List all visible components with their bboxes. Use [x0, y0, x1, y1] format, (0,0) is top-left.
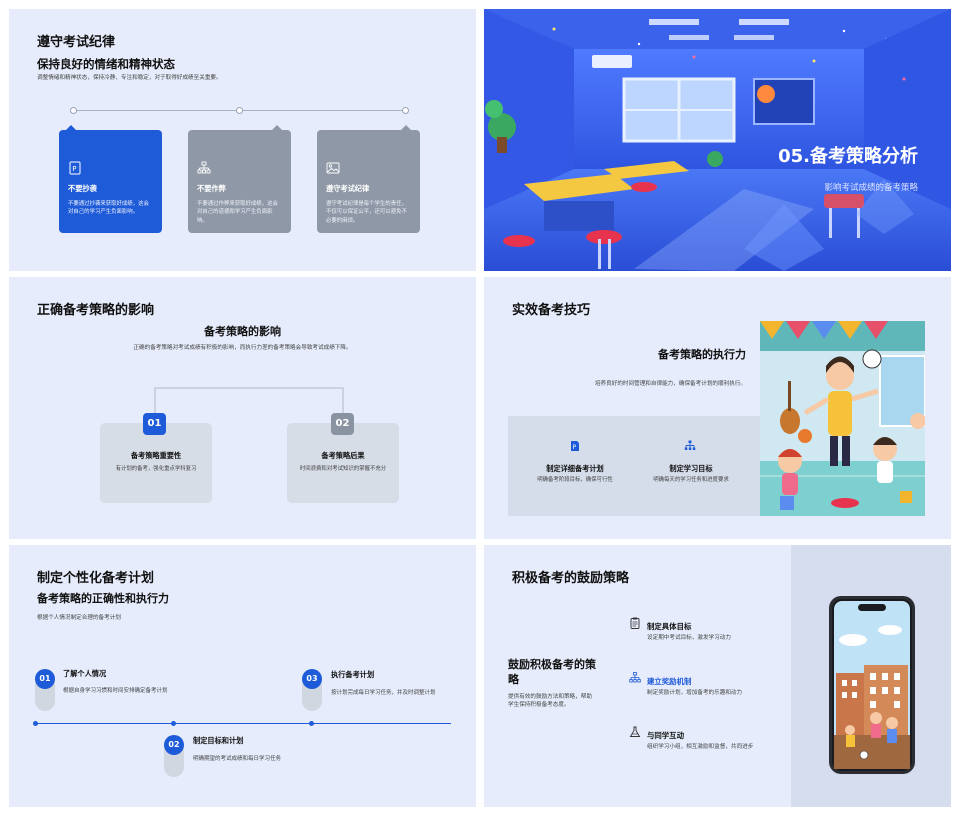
- slide-subtitle: 备考策略的正确性和执行力: [37, 592, 169, 605]
- step-number: 02: [164, 735, 184, 755]
- box-strategy-consequences[interactable]: 备考策略后果 时间浪费和对考试知识的掌握不充分: [287, 423, 399, 503]
- slide-strategy-impact[interactable]: 正确备考策略的影响 备考策略的影响 正确的备考策略对考试成绩有积极的影响，而执行…: [9, 277, 476, 539]
- feature-title: 与同学互动: [647, 731, 684, 740]
- image-icon: [326, 162, 340, 174]
- clipboard-icon: [630, 617, 640, 629]
- svg-text:P: P: [72, 165, 76, 173]
- slide-section-cover[interactable]: 05.备考策略分析 影响考试成绩的备考策略: [484, 9, 951, 271]
- technique-title: 制定详细备考计划: [546, 464, 604, 473]
- slide-description: 提供有效的鼓励方法和策略，帮助学生保持积极备考态度。: [508, 694, 592, 709]
- slide-title: 遵守考试纪律: [37, 35, 116, 50]
- svg-text:P: P: [573, 444, 577, 451]
- connector-lines: [154, 387, 344, 413]
- feature-text: 组织学习小组，相互激励和监督，共同进步: [647, 744, 754, 750]
- slide-effective-techniques[interactable]: 实效备考技巧 备考策略的执行力 培养良好的时间管理和自律能力，确保备考计划的顺利…: [484, 277, 951, 539]
- box-text: 有计划的备考，强化重点学科复习: [115, 466, 197, 472]
- feature-text: 设定期中考试目标，激发学习动力: [647, 635, 731, 641]
- document-icon: P: [571, 441, 579, 451]
- step-text: 明确期望的考试成绩和每日学习任务: [193, 756, 282, 762]
- card-no-copying[interactable]: P 不要抄袭 不要通过抄袭来获取好成绩，这会对自己的学习产生负面影响。: [59, 125, 162, 233]
- card-title: 遵守考试纪律: [326, 184, 370, 193]
- feature-title: 制定具体目标: [647, 622, 692, 631]
- slide-subtitle: 保持良好的情绪和精神状态: [37, 57, 175, 71]
- technique-title: 制定学习目标: [669, 464, 713, 473]
- timeline-dot: [33, 721, 38, 726]
- box-strategy-importance[interactable]: 备考策略重要性 有计划的备考，强化重点学科复习: [100, 423, 212, 503]
- timeline-dot: [70, 107, 77, 114]
- card-text: 遵守考试纪律是每个学生的责任，不仅可以保证公平，还可以避免不必要的麻烦。: [326, 201, 407, 224]
- card-no-cheating[interactable]: 不要作弊 不要通过作弊来获取好成绩，这会对自己的道德和学习产生负面影响。: [188, 125, 291, 233]
- box-text: 时间浪费和对考试知识的掌握不充分: [299, 466, 387, 472]
- timeline-dot: [309, 721, 314, 726]
- card-text: 不要通过作弊来获取好成绩，这会对自己的道德和学习产生负面影响。: [197, 201, 278, 224]
- timeline-dot: [402, 107, 409, 114]
- slide-encouragement[interactable]: 积极备考的鼓励策略 鼓励积极备考的策略 提供有效的鼓励方法和策略，帮助学生保持积…: [484, 545, 951, 807]
- slide-description: 培养良好的时间管理和自律能力，确保备考计划的顺利执行。: [594, 381, 746, 387]
- timeline-dot: [236, 107, 243, 114]
- slide-exam-discipline[interactable]: 遵守考试纪律 保持良好的情绪和精神状态 调整情绪和精神状态，保持冷静、专注和稳定…: [9, 9, 476, 271]
- box-title: 备考策略后果: [321, 451, 365, 460]
- step-title: 执行备考计划: [331, 670, 375, 679]
- slide-description: 调整情绪和精神状态，保持冷静、专注和稳定，对于取得好成绩至关重要。: [37, 75, 222, 81]
- card-follow-discipline[interactable]: 遵守考试纪律 遵守考试纪律是每个学生的责任，不仅可以保证公平，还可以避免不必要的…: [317, 125, 420, 233]
- feature-text: 制定奖励计划，增加备考的乐趣和动力: [647, 690, 743, 696]
- section-title: 05.备考策略分析: [778, 146, 918, 167]
- slide-title: 制定个性化备考计划: [37, 571, 155, 586]
- step-number: 03: [302, 669, 322, 689]
- step-title: 制定目标和计划: [193, 736, 244, 745]
- number-badge: 02: [331, 413, 354, 435]
- section-subtitle: 影响考试成绩的备考策略: [824, 183, 918, 193]
- classroom-illustration: [484, 9, 951, 271]
- card-title: 不要抄袭: [68, 184, 97, 193]
- card-text: 不要通过抄袭来获取好成绩，这会对自己的学习产生负面影响。: [68, 201, 149, 216]
- org-chart-icon: [197, 161, 211, 174]
- feature-title: 建立奖励机制: [647, 677, 692, 686]
- slide-subtitle: 鼓励积极备考的策略: [508, 658, 596, 686]
- box-title: 备考策略重要性: [130, 451, 182, 460]
- technique-text: 明确每天的学习任务和进度要求: [653, 477, 729, 483]
- slide-title: 实效备考技巧: [512, 303, 591, 318]
- slide-subtitle: 备考策略的执行力: [658, 348, 746, 361]
- step-text: 根据自身学习习惯和时间安排确定备考计划: [63, 688, 168, 694]
- step-text: 按计划完成每日学习任务，并及时调整计划: [331, 690, 436, 696]
- document-icon: P: [69, 161, 81, 175]
- org-chart-icon: [629, 672, 641, 683]
- org-chart-icon: [684, 440, 696, 450]
- timeline-line: [35, 723, 451, 724]
- techniques-panel: P 制定详细备考计划 明确备考阶段目标，确保可行性 制定学习目标 明确每天的学习…: [508, 416, 770, 516]
- step-number: 01: [35, 669, 55, 689]
- classroom-scene: [484, 9, 951, 271]
- phone-mockup: [829, 596, 915, 774]
- timeline-dot: [171, 721, 176, 726]
- flask-icon: [629, 726, 641, 737]
- teacher-kids-illustration: [760, 321, 925, 516]
- slide-title: 积极备考的鼓励策略: [512, 571, 630, 586]
- technique-text: 明确备考阶段目标，确保可行性: [537, 477, 613, 483]
- step-title: 了解个人情况: [63, 669, 107, 678]
- slide-personal-plan[interactable]: 制定个性化备考计划 备考策略的正确性和执行力 根据个人情况制定合理的备考计划 0…: [9, 545, 476, 807]
- slide-description: 根据个人情况制定合理的备考计划: [37, 615, 121, 621]
- card-title: 不要作弊: [197, 184, 226, 193]
- number-badge: 01: [143, 413, 166, 435]
